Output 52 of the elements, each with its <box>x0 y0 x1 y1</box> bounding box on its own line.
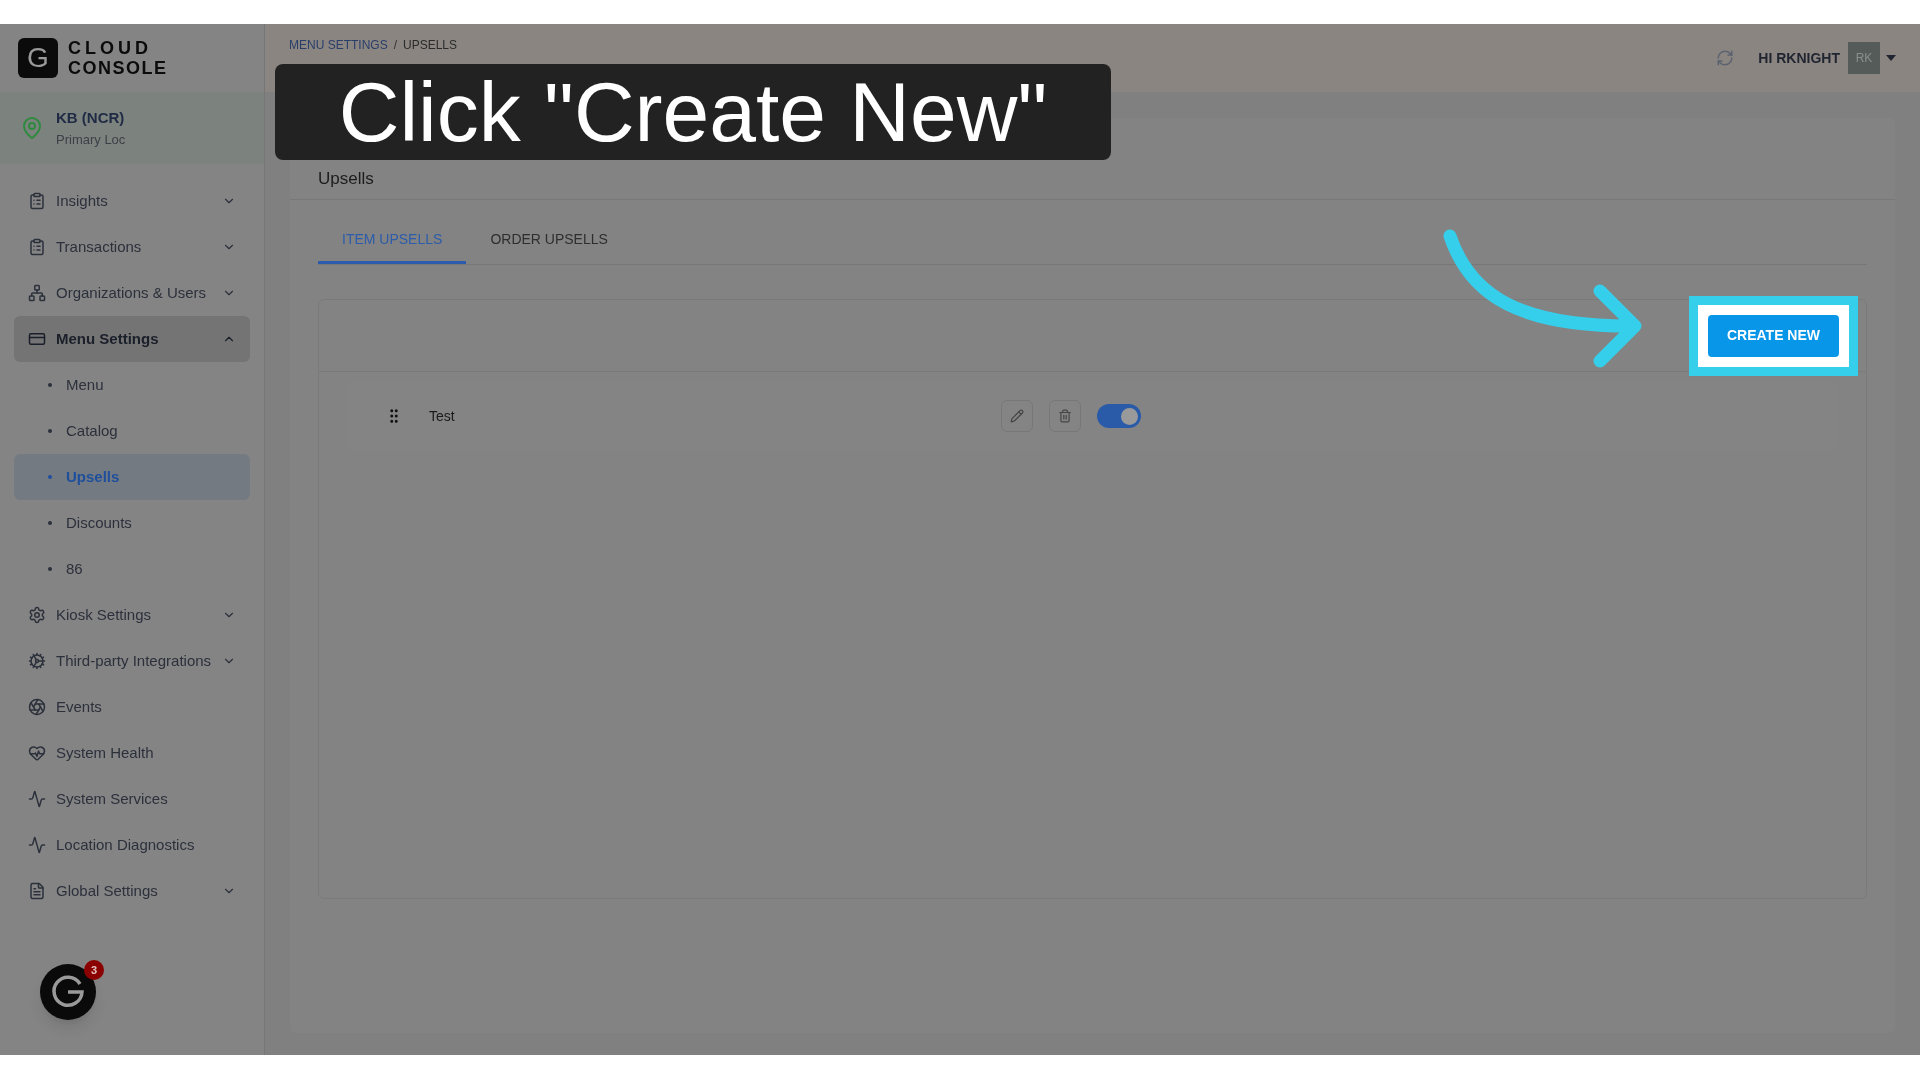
sidebar-item[interactable]: Third-party Integrations <box>14 638 250 684</box>
pulse-icon <box>28 790 46 808</box>
caret-icon[interactable] <box>1886 55 1896 61</box>
caption-banner: Click "Create New" <box>275 64 1111 160</box>
sidebar-subitem[interactable]: Discounts <box>14 500 250 546</box>
sidebar-subitem[interactable]: 86 <box>14 546 250 592</box>
toggle-switch[interactable] <box>1097 404 1141 428</box>
document-icon <box>28 882 46 900</box>
location-card[interactable]: KB (NCR) Primary Loc <box>0 92 264 164</box>
location-subtitle: Primary Loc <box>56 130 126 149</box>
logo-text: CLOUD <box>68 38 153 58</box>
hierarchy-icon <box>28 284 46 302</box>
sidebar-item[interactable]: Location Diagnostics <box>14 822 250 868</box>
create-new-button[interactable]: CREATE NEW <box>1708 314 1839 357</box>
sidebar-item[interactable]: Menu Settings <box>14 316 250 362</box>
aperture-icon <box>28 698 46 716</box>
card-list-icon <box>28 330 46 348</box>
sidebar-item[interactable]: Kiosk Settings <box>14 592 250 638</box>
edit-button[interactable] <box>1001 400 1033 432</box>
upsell-name: Test <box>429 406 456 426</box>
clipboard-chart-icon <box>28 238 46 256</box>
location-name: KB (NCR) <box>56 108 126 128</box>
delete-button[interactable] <box>1049 400 1081 432</box>
refresh-icon[interactable] <box>1716 49 1735 67</box>
sidebar-subitem[interactable]: Upsells <box>14 454 250 500</box>
sidebar-item[interactable]: Organizations & Users <box>14 270 250 316</box>
clipboard-chart-icon <box>28 192 46 210</box>
sidebar-item[interactable]: Transactions <box>14 224 250 270</box>
heart-pulse-icon <box>28 744 46 762</box>
sidebar-item[interactable]: System Health <box>14 730 250 776</box>
logo-text: CONSOLE <box>68 58 168 78</box>
breadcrumb-link[interactable]: MENU SETTINGS <box>289 36 388 54</box>
g-logo-icon <box>50 974 86 1010</box>
breadcrumb-separator: / <box>393 37 397 54</box>
sidebar-subitem[interactable]: Menu <box>14 362 250 408</box>
chat-launcher[interactable] <box>40 964 96 1020</box>
pulse-icon <box>28 836 46 854</box>
settings-icon <box>28 606 46 624</box>
sidebar-item[interactable]: Insights <box>14 178 250 224</box>
user-greeting: HI RKNIGHT <box>1758 48 1840 68</box>
sidebar-item[interactable]: Global Settings <box>14 868 250 914</box>
sidebar-item[interactable]: System Services <box>14 776 250 822</box>
logo-mark: G <box>18 38 58 78</box>
sidebar-item[interactable]: Events <box>14 684 250 730</box>
location-pin-icon <box>20 116 44 140</box>
page-title: Upsells <box>318 167 374 190</box>
sidebar-subitem[interactable]: Catalog <box>14 408 250 454</box>
cog-icon <box>28 652 46 670</box>
tab[interactable]: ORDER UPSELLS <box>466 218 632 264</box>
notification-badge: 3 <box>84 960 104 980</box>
trash-icon <box>1058 409 1072 423</box>
pencil-icon <box>1010 409 1024 423</box>
